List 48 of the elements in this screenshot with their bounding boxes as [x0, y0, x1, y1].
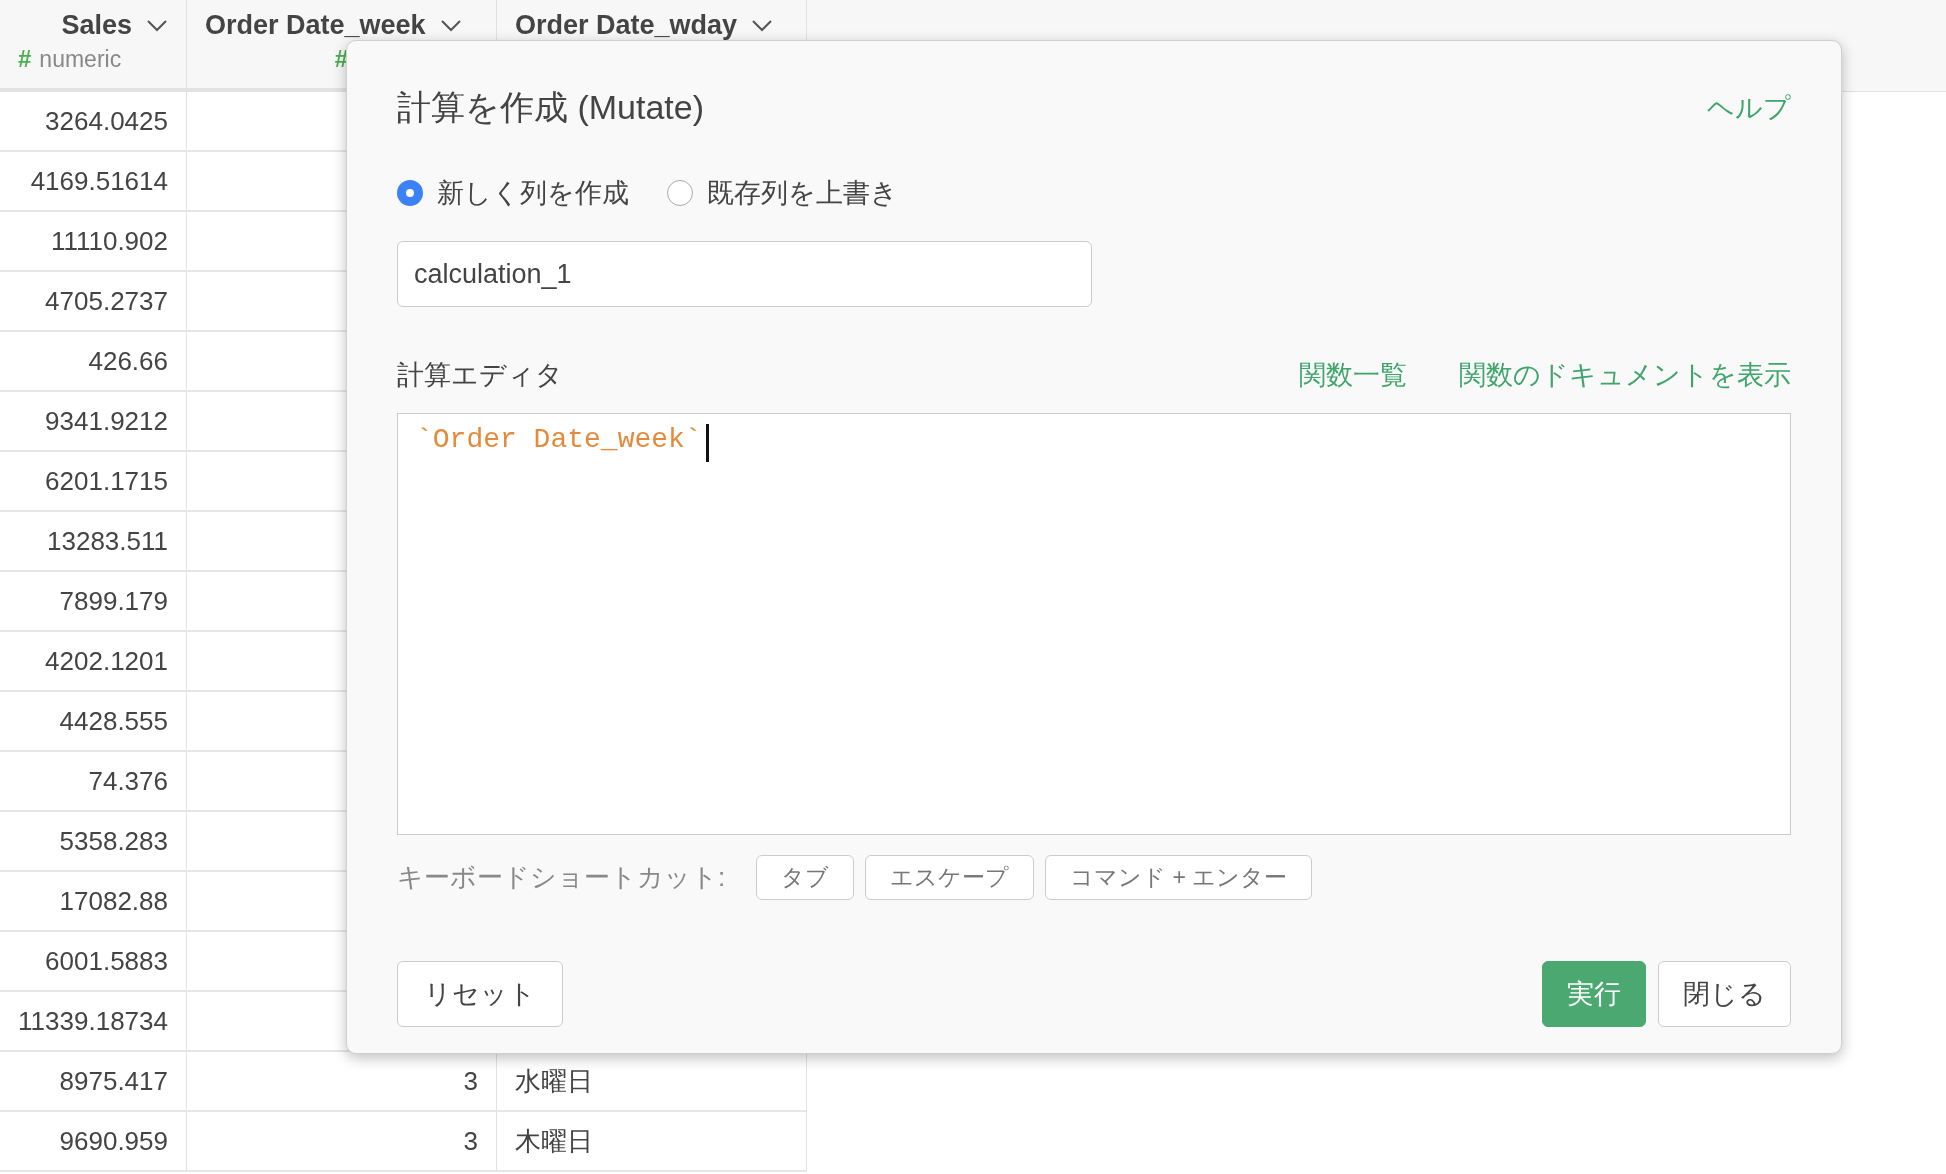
shortcut-key: コマンド + エンター [1045, 855, 1313, 900]
table-cell: 8975.417 [0, 1052, 187, 1112]
table-cell: 3264.0425 [0, 92, 187, 152]
table-cell: 4169.51614 [0, 152, 187, 212]
dialog-button[interactable]: 閉じる [1658, 961, 1791, 1027]
radio-label: 既存列を上書き [707, 177, 898, 210]
table-cell: 13283.511 [0, 512, 187, 572]
shortcut-key: エスケープ [865, 855, 1035, 900]
table-cell: 3 [187, 1112, 497, 1172]
table-cell: 4428.555 [0, 692, 187, 752]
code-editor[interactable]: `Order Date_week` [397, 413, 1791, 835]
numeric-type-icon: # [18, 45, 32, 73]
column-title: Sales [61, 10, 132, 41]
shortcuts-label: キーボードショートカット: [397, 861, 726, 894]
editor-label: 計算エディタ [397, 359, 564, 392]
table-cell: 5358.283 [0, 812, 187, 872]
code-text: `Order Date_week` [416, 424, 702, 455]
column-type: numeric [39, 45, 122, 73]
table-cell: 11110.902 [0, 212, 187, 272]
column-title: Order Date_wday [515, 10, 738, 41]
table-cell: 9690.959 [0, 1112, 187, 1172]
chevron-down-icon[interactable] [146, 18, 168, 33]
table-cell: 74.376 [0, 752, 187, 812]
table-cell: 17082.88 [0, 872, 187, 932]
radio-button[interactable] [397, 180, 423, 206]
chevron-down-icon[interactable] [439, 18, 462, 33]
table-cell: 4202.1201 [0, 632, 187, 692]
editor-link[interactable]: 関数一覧 [1299, 357, 1407, 393]
table-cell: 6201.1715 [0, 452, 187, 512]
run-button[interactable]: 実行 [1542, 961, 1646, 1027]
dialog-button[interactable]: リセット [397, 961, 563, 1027]
table-cell: 426.66 [0, 332, 187, 392]
radio-button[interactable] [667, 180, 693, 206]
radio-label: 新しく列を作成 [437, 177, 629, 210]
text-cursor [705, 424, 709, 462]
chevron-down-icon[interactable] [751, 18, 774, 33]
table-cell: 6001.5883 [0, 932, 187, 992]
dialog-title: 計算を作成 (Mutate) [397, 87, 705, 128]
table-cell: 4705.2737 [0, 272, 187, 332]
table-cell: 7899.179 [0, 572, 187, 632]
table-cell: 木曜日 [497, 1112, 807, 1172]
editor-link[interactable]: 関数のドキュメントを表示 [1459, 357, 1791, 393]
table-cell: 11339.18734 [0, 992, 187, 1052]
table-cell: 9341.9212 [0, 392, 187, 452]
shortcut-key: タブ [756, 855, 855, 900]
help-link[interactable]: ヘルプ [1707, 90, 1791, 126]
column-title: Order Date_week [205, 10, 426, 41]
column-name-field[interactable]: calculation_1 [397, 241, 1092, 307]
